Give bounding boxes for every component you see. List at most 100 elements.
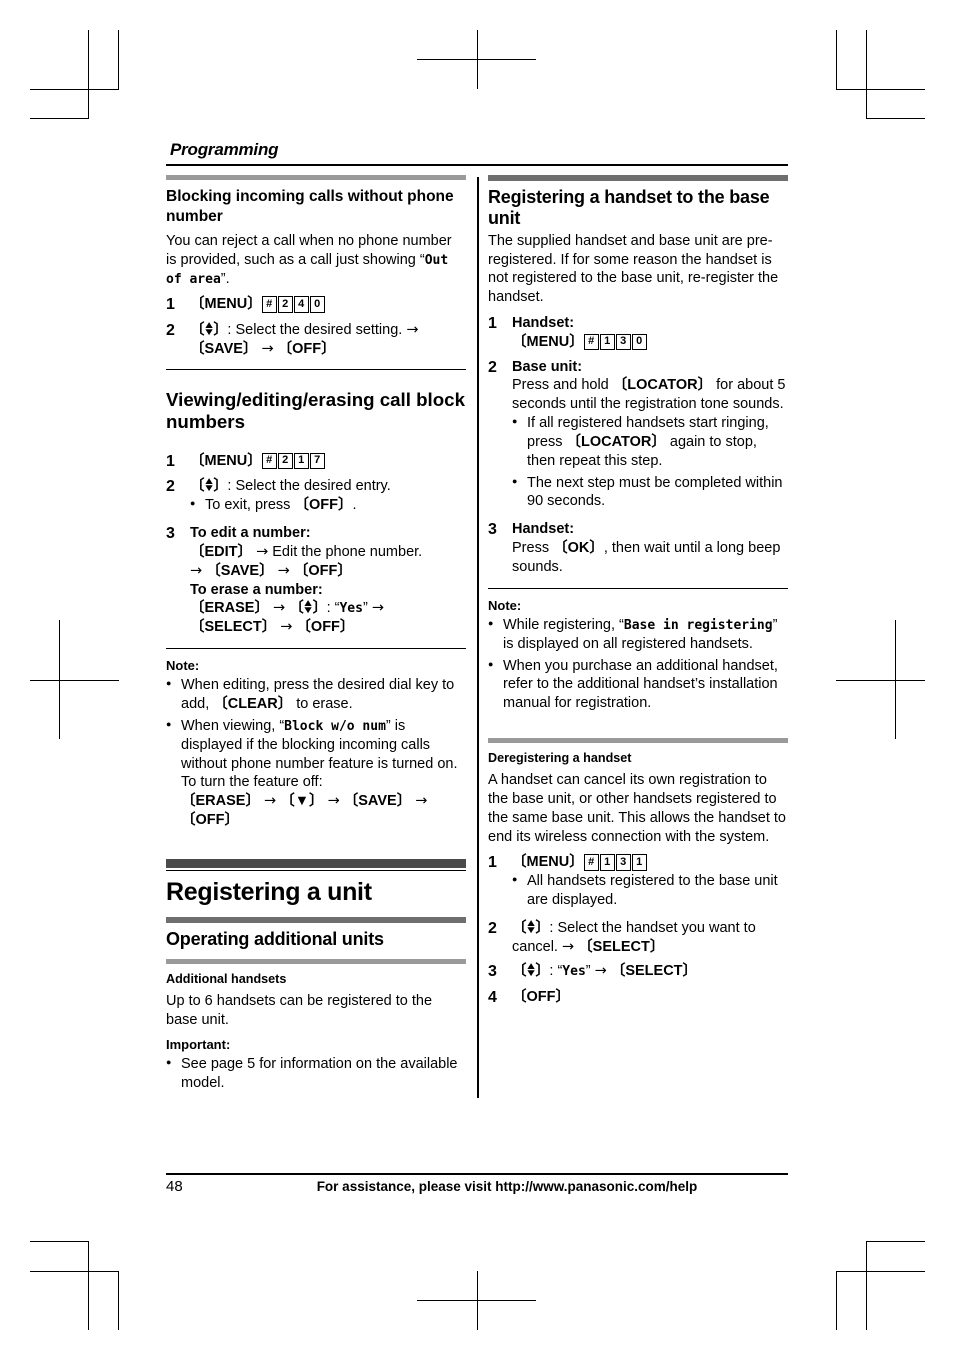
crop-mark-top-left-inner xyxy=(118,30,119,89)
bullet-next-step-90-seconds: The next step must be completed within 9… xyxy=(512,473,788,512)
display-text-yes: Yes xyxy=(339,601,363,617)
boxkey-digit-1-b: 1 xyxy=(631,854,647,871)
divider-rule xyxy=(166,648,466,650)
page-number: 48 xyxy=(166,1178,183,1195)
deregistering-step-2: 2 〔▲ ▼〕: Select the handset you want to c… xyxy=(488,917,788,957)
note-text-b: to erase. xyxy=(292,696,353,713)
step1-key-sequence: 〔MENU〕 #1 3 1 xyxy=(512,853,788,872)
bullet-to-exit: To exit, press 〔OFF〕. xyxy=(190,495,466,515)
edit-number-sequence: 〔EDIT〕 → Edit the phone number. → 〔SAVE〕 … xyxy=(190,543,466,581)
key-edit: 〔EDIT〕 xyxy=(190,543,253,560)
deregistering-step-4: 4 〔OFF〕 xyxy=(488,988,788,1008)
deregistering-body: A handset can cancel its own registratio… xyxy=(488,772,786,845)
boxkey-digit-4: 4 xyxy=(293,296,309,313)
arrow-icon: → xyxy=(190,562,203,579)
heading-registering-handset-to-base-unit: Registering a handset to the base unit xyxy=(488,187,770,228)
key-menu: 〔MENU〕 xyxy=(512,333,584,350)
registration-mark-left-h xyxy=(30,680,119,681)
divider-rule xyxy=(488,587,788,589)
crop-mark-bottom-left-h-inner xyxy=(30,1241,89,1242)
key-off: 〔OFF〕 xyxy=(277,340,336,357)
label-handset: Handset: xyxy=(512,314,575,331)
registering-handset-intro: The supplied handset and base unit are p… xyxy=(488,233,779,306)
step-number: 3 xyxy=(166,525,175,543)
footer-assistance-text: For assistance, please visit http://www.… xyxy=(316,1179,698,1194)
step-number: 1 xyxy=(166,296,175,314)
note-bullet-editing: When editing, press the desired dial key… xyxy=(166,675,466,714)
registering-step-3: 3 Handset: Press 〔OK〕, then wait until a… xyxy=(488,520,788,577)
display-text-block-wo-num: Block w/o num xyxy=(284,718,386,734)
key-erase: 〔ERASE〕 xyxy=(181,793,260,810)
blocking-intro-text-a: You can reject a call when no phone numb… xyxy=(166,233,452,268)
boxkey-digit-1: 1 xyxy=(293,452,309,470)
note-bullet-while-registering: While registering, “Base in registering”… xyxy=(488,615,788,654)
heading-viewing-editing-erasing: Viewing/editing/erasing call block numbe… xyxy=(166,389,465,433)
arrow-icon: → xyxy=(561,938,575,955)
note-bullet-purchase-additional: When you purchase an additional handset,… xyxy=(488,656,788,714)
bullet-all-handsets-displayed: All handsets registered to the base unit… xyxy=(512,871,788,910)
step-number: 1 xyxy=(488,854,497,872)
crop-mark-bottom-right-h-inner xyxy=(866,1241,925,1242)
key-off: 〔OFF〕 xyxy=(296,619,355,636)
chapter-title-rule xyxy=(166,164,788,166)
viewing-step2-bullets: To exit, press 〔OFF〕. xyxy=(190,495,466,515)
important-bullets: See page 5 for information on the availa… xyxy=(166,1054,466,1093)
navigator-key-icon: 〔▲ ▼〕 xyxy=(512,917,550,936)
page-content: Programming Blocking incoming calls with… xyxy=(166,140,788,1099)
label-to-edit-a-number: To edit a number: xyxy=(190,525,311,542)
key-down-arrow: 〔▼〕 xyxy=(280,793,324,810)
key-off: 〔OFF〕 xyxy=(181,812,239,829)
arrow-icon: → xyxy=(327,793,340,810)
key-locator: 〔LOCATOR〕 xyxy=(612,377,713,394)
registering-step2-bullets: If all registered handsets start ringing… xyxy=(512,413,788,512)
deregistering-step-1: 1 〔MENU〕#131 All handsets registered to … xyxy=(488,853,788,913)
crop-mark-bottom-left-h-outer xyxy=(30,1271,119,1272)
boxkey-hash: # xyxy=(583,854,599,871)
two-column-layout: Blocking incoming calls without phone nu… xyxy=(166,175,788,1099)
crop-mark-top-right-h-outer xyxy=(836,89,925,90)
boxkey-digit-3: 3 xyxy=(615,854,631,871)
chapter-bar-registering-a-unit xyxy=(166,859,466,869)
deregistering-step1-bullets: All handsets registered to the base unit… xyxy=(512,871,788,910)
step-content: 〔▲ ▼〕: “Yes” → 〔SELECT〕 xyxy=(512,961,698,980)
display-text-yes: Yes xyxy=(562,964,586,980)
step2-text: : Select the desired setting. xyxy=(227,321,403,338)
registering-step-1: 1 Handset: 〔MENU〕 #1 3 0 xyxy=(488,314,788,352)
boxkey-hash: # xyxy=(261,452,277,470)
viewing-step-2: 2 〔▲▼〕: Select the desired entry. To exi… xyxy=(166,477,466,518)
key-off: 〔OFF〕 xyxy=(294,497,353,514)
right-column: Registering a handset to the base unit T… xyxy=(488,175,788,1095)
heading-additional-handsets: Additional handsets xyxy=(166,972,287,987)
note-bullets-left: When editing, press the desired dial key… xyxy=(166,675,466,830)
section-bar-operating-additional-units xyxy=(166,917,466,924)
navigator-key-icon: 〔▲ ▼〕 xyxy=(190,476,228,495)
step-number: 3 xyxy=(488,521,497,539)
footer-rule xyxy=(166,1173,788,1175)
step-content: 〔▲▼〕: Select the desired entry. To exit,… xyxy=(190,477,466,518)
key-locator: 〔LOCATOR〕 xyxy=(566,433,666,450)
crop-mark-top-left-h-inner xyxy=(30,118,89,119)
note-text-a: When viewing, “ xyxy=(181,717,285,734)
key-save: 〔SAVE〕 xyxy=(343,793,412,810)
note-label-right: Note: xyxy=(488,597,522,613)
key-menu: 〔MENU〕 xyxy=(512,854,584,871)
step-number: 2 xyxy=(166,321,175,339)
navigator-key-icon: 〔▲ ▼〕 xyxy=(512,961,550,980)
step-content: To edit a number: 〔EDIT〕 → Edit the phon… xyxy=(190,524,466,637)
note-bullets-right: While registering, “Base in registering”… xyxy=(488,615,788,714)
step-number: 2 xyxy=(166,478,175,496)
crop-mark-bottom-right-outer xyxy=(866,1241,867,1330)
arrow-icon: → xyxy=(406,321,419,338)
additional-handsets-body: Up to 6 handsets can be registered to th… xyxy=(166,993,433,1029)
step-content: Base unit: Press and hold 〔LOCATOR〕 for … xyxy=(512,358,788,515)
chapter-title: Programming xyxy=(170,140,279,159)
label-to-erase-a-number: To erase a number: xyxy=(190,581,323,598)
viewing-step-3: 3 To edit a number: 〔EDIT〕 → Edit the ph… xyxy=(166,524,466,637)
boxkey-digit-2: 2 xyxy=(277,296,293,313)
note-bullet-viewing: When viewing, “Block w/o num” is display… xyxy=(166,716,466,830)
boxkey-hash: # xyxy=(261,296,277,313)
chapter-bar-rule xyxy=(166,870,466,872)
edit-number-text: Edit the phone number. xyxy=(272,543,423,560)
step-content: 〔OFF〕 xyxy=(512,988,788,1008)
section-heading-operating-additional-units: Operating additional units xyxy=(166,929,384,950)
